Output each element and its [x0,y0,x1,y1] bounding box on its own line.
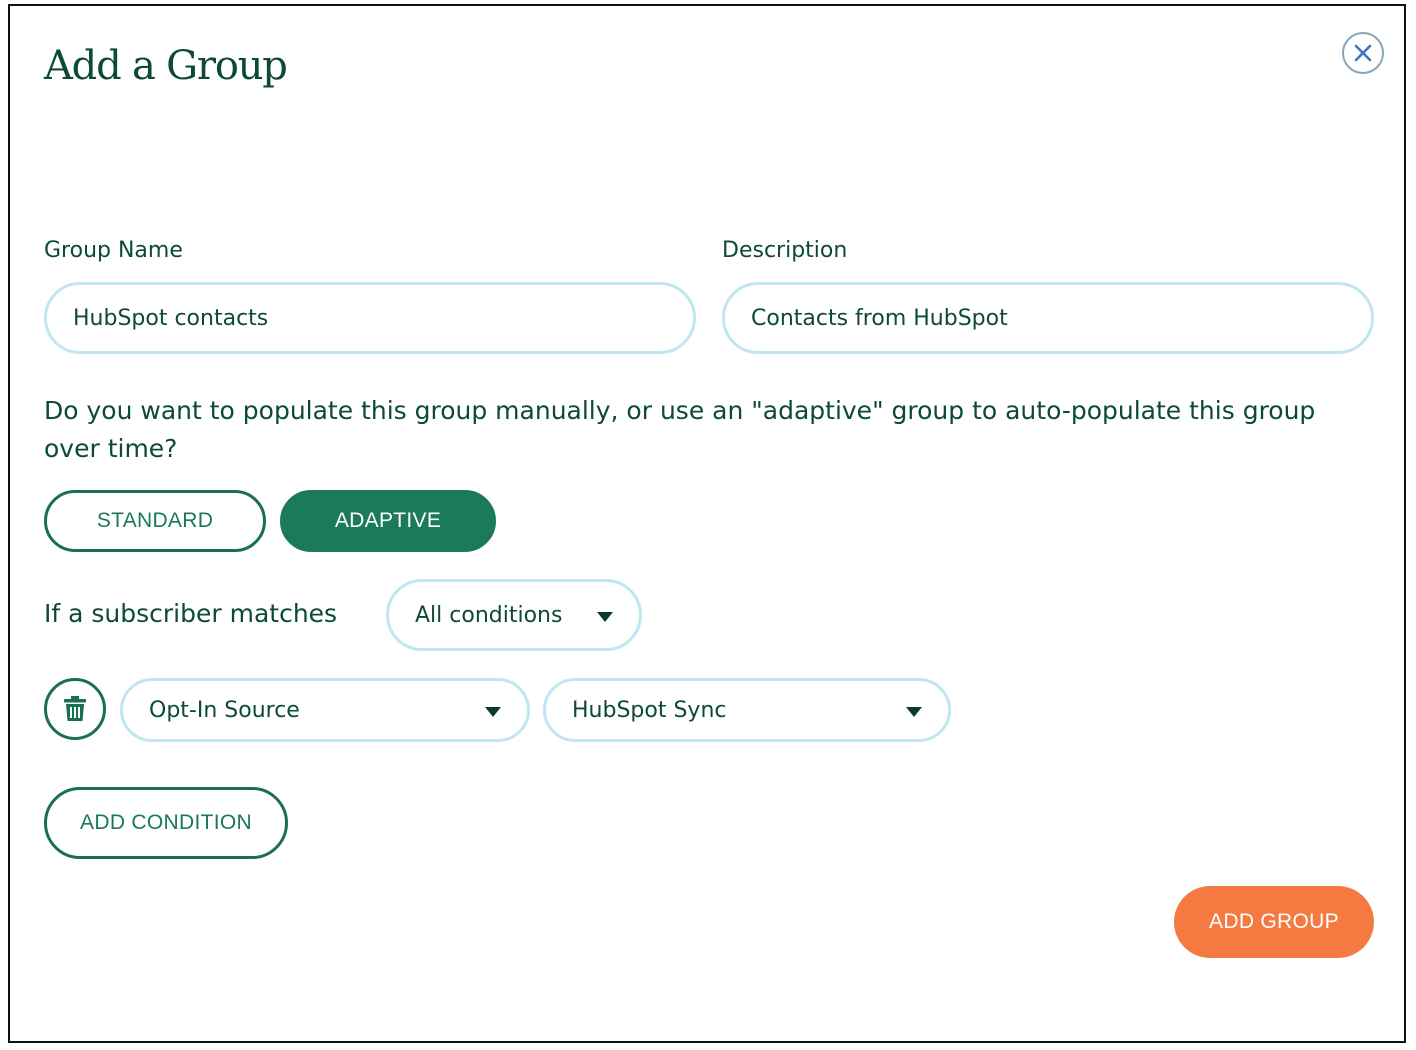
description-input[interactable]: Contacts from HubSpot [722,282,1374,354]
condition-field-value: Opt-In Source [149,697,300,723]
standard-button[interactable]: STANDARD [44,490,266,552]
condition-field-select[interactable]: Opt-In Source [120,678,530,742]
match-label: If a subscriber matches [44,599,338,628]
add-condition-button[interactable]: ADD CONDITION [44,787,288,859]
modal-title: Add a Group [44,43,288,89]
adaptive-button[interactable]: ADAPTIVE [280,490,496,552]
match-select[interactable]: All conditions [386,579,642,651]
close-button[interactable] [1342,32,1384,74]
condition-value-value: HubSpot Sync [572,697,727,723]
delete-condition-button[interactable] [44,678,106,740]
description-label: Description [722,238,848,263]
match-select-value: All conditions [415,602,563,628]
group-name-label: Group Name [44,238,183,263]
caret-down-icon [485,707,501,717]
close-icon [1354,44,1372,62]
add-group-button[interactable]: ADD GROUP [1174,886,1374,958]
caret-down-icon [906,707,922,717]
condition-value-select[interactable]: HubSpot Sync [543,678,951,742]
caret-down-icon [597,612,613,622]
add-group-modal: Add a Group Group Name HubSpot contacts … [8,4,1406,1043]
population-question: Do you want to populate this group manua… [44,396,1316,463]
trash-icon [64,696,86,721]
group-name-input[interactable]: HubSpot contacts [44,282,696,354]
